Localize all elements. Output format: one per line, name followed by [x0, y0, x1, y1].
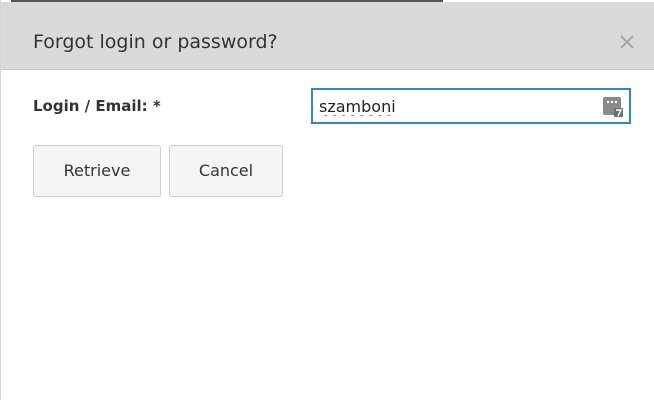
close-icon[interactable]: [613, 28, 641, 56]
forgot-password-dialog: Forgot login or password? Login / Email:…: [0, 0, 654, 400]
retrieve-button[interactable]: Retrieve: [33, 145, 161, 197]
dialog-title: Forgot login or password?: [33, 31, 278, 53]
login-email-input[interactable]: [313, 90, 597, 122]
dialog-header: Forgot login or password?: [1, 2, 654, 70]
login-email-label: Login / Email: *: [33, 97, 161, 115]
cancel-button[interactable]: Cancel: [169, 145, 283, 197]
login-email-field-wrapper[interactable]: [311, 88, 631, 124]
contact-card-icon[interactable]: [601, 95, 625, 119]
